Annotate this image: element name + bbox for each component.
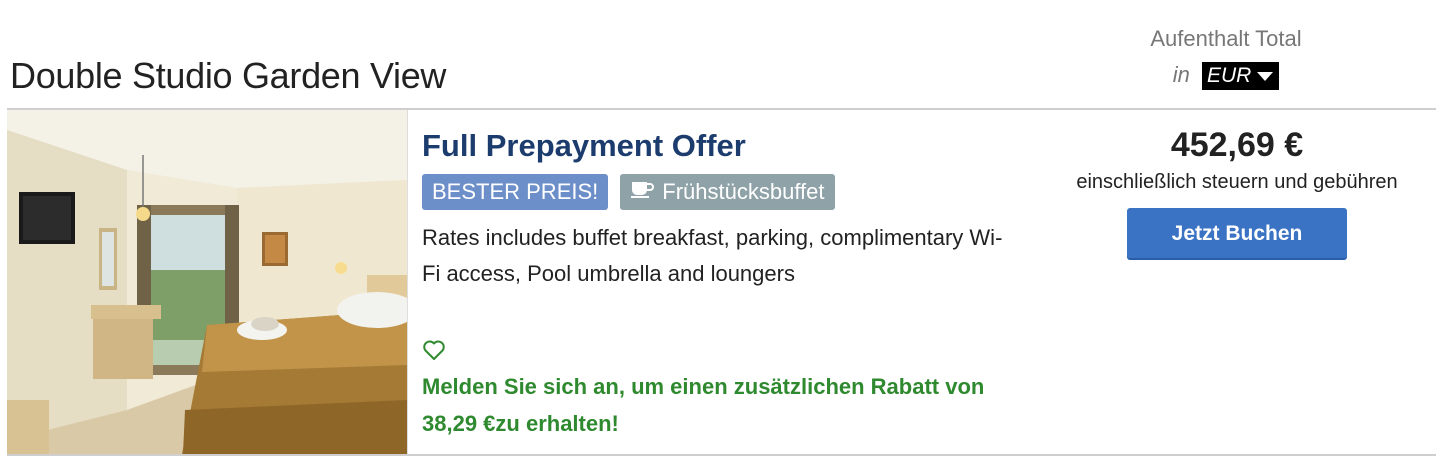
- total-header: Aufenthalt Total in EUR: [1126, 26, 1326, 91]
- tax-note: einschließlich steuern und gebühren: [1076, 171, 1398, 193]
- book-now-button[interactable]: Jetzt Buchen: [1127, 208, 1347, 260]
- divider-vertical: [407, 110, 408, 454]
- breakfast-badge: Frühstücksbuffet: [620, 174, 835, 210]
- price-column: 452,69 € einschließlich steuern und gebü…: [1040, 126, 1434, 260]
- offer-description: Rates includes buffet breakfast, parking…: [422, 225, 1003, 286]
- promo-text-after: zu erhalten!: [495, 411, 619, 436]
- best-price-badge: BESTER PREIS!: [422, 174, 609, 210]
- room-title: Double Studio Garden View: [10, 55, 447, 96]
- total-price: 452,69 €: [1170, 126, 1304, 164]
- heart-icon[interactable]: [422, 339, 446, 361]
- currency-select[interactable]: EUR: [1201, 62, 1280, 91]
- total-label: Aufenthalt Total: [1150, 26, 1302, 51]
- offer-badges: BESTER PREIS! Frühstücksbuffet: [422, 174, 835, 210]
- breakfast-badge-label: Frühstücksbuffet: [662, 179, 825, 204]
- currency-line: in EUR: [1126, 62, 1326, 91]
- currency-in-label: in: [1172, 62, 1190, 87]
- login-discount-promo[interactable]: Melden Sie sich an, um einen zusätzliche…: [422, 368, 1042, 442]
- divider-bottom: [7, 454, 1436, 456]
- offer-title[interactable]: Full Prepayment Offer: [422, 128, 746, 164]
- coffee-cup-icon: [630, 174, 655, 210]
- currency-value: EUR: [1206, 64, 1252, 88]
- promo-text-before: Melden Sie sich an, um einen zusätzliche…: [422, 374, 985, 399]
- caret-down-icon: [1257, 72, 1274, 82]
- room-photo[interactable]: [7, 110, 407, 454]
- promo-discount-amount: 38,29 €: [422, 411, 496, 436]
